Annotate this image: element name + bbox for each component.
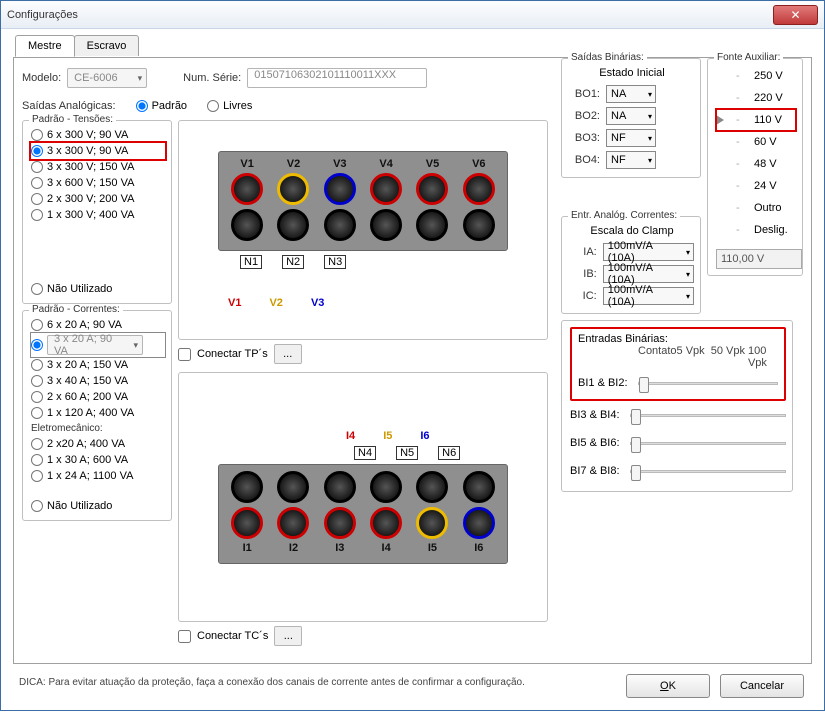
bi12-slider[interactable]: [638, 382, 778, 385]
aux-outro[interactable]: -Outro: [716, 197, 796, 219]
radio-tensoes-1[interactable]: 3 x 300 V; 90 VA: [31, 143, 165, 159]
model-label: Modelo:: [22, 72, 61, 84]
aux-48v[interactable]: -48 V: [716, 153, 796, 175]
radio-tensoes-5[interactable]: 1 x 300 V; 400 VA: [31, 207, 165, 223]
serial-label: Num. Série:: [183, 72, 241, 84]
ic-select[interactable]: 100mV/A (10A): [603, 287, 694, 305]
aux-value-field[interactable]: 110,00 V: [716, 249, 802, 269]
radio-tensoes-0[interactable]: 6 x 300 V; 90 VA: [31, 127, 165, 143]
radio-corr-2[interactable]: 3 x 20 A; 150 VA: [31, 357, 165, 373]
saidas-binarias-fieldset: Saídas Binárias: Estado Inicial BO1:NA B…: [561, 58, 701, 178]
aux-250v[interactable]: -250 V: [716, 65, 796, 87]
radio-tensoes-3[interactable]: 3 x 600 V; 150 VA: [31, 175, 165, 191]
conectar-tp-checkbox[interactable]: [178, 348, 191, 361]
current-diagram: I4I5I6 N4N5N6 I1I2I3I4I5I6: [178, 372, 548, 622]
radio-livres[interactable]: Livres: [207, 98, 252, 114]
radio-corr-4[interactable]: 2 x 60 A; 200 VA: [31, 389, 165, 405]
conectar-tc-label: Conectar TC´s: [197, 630, 268, 642]
tc-ellipsis-button[interactable]: ...: [274, 626, 302, 646]
radio-corr-5[interactable]: 1 x 120 A; 400 VA: [31, 405, 165, 421]
bo4-select[interactable]: NF: [606, 151, 656, 169]
tab-escravo[interactable]: Escravo: [74, 35, 140, 56]
ib-select[interactable]: 100mV/A (10A): [603, 265, 694, 283]
aux-110v[interactable]: -110 V: [716, 109, 796, 131]
radio-padrao[interactable]: Padrão: [136, 98, 187, 114]
voltage-diagram: V1V2V3V4V5V6 N1N2N3 V1V2V3: [178, 120, 548, 340]
aux-60v[interactable]: -60 V: [716, 131, 796, 153]
radio-tensoes-4[interactable]: 2 x 300 V; 200 VA: [31, 191, 165, 207]
tab-mestre[interactable]: Mestre: [15, 35, 75, 57]
radio-tensoes-2[interactable]: 3 x 300 V; 150 VA: [31, 159, 165, 175]
aux-24v[interactable]: -24 V: [716, 175, 796, 197]
radio-ele-2[interactable]: 1 x 24 A; 1100 VA: [31, 468, 165, 484]
fonte-auxiliar-fieldset: Fonte Auxiliar: -250 V -220 V -110 V -60…: [707, 58, 803, 276]
window-title: Configurações: [7, 9, 773, 21]
bo1-select[interactable]: NA: [606, 85, 656, 103]
hint-text: DICA: Para evitar atuação da proteção, f…: [19, 677, 525, 688]
close-button[interactable]: ✕: [773, 5, 818, 25]
radio-corr-nao[interactable]: Não Utilizado: [31, 498, 165, 514]
aux-220v[interactable]: -220 V: [716, 87, 796, 109]
ia-select[interactable]: 100mV/A (10A): [603, 243, 694, 261]
tp-ellipsis-button[interactable]: ...: [274, 344, 302, 364]
conectar-tc-checkbox[interactable]: [178, 630, 191, 643]
entradas-binarias-fieldset: Entradas Binárias: Contato5 Vpk50 Vpk100…: [561, 320, 793, 492]
bi78-slider[interactable]: [630, 470, 786, 473]
serial-field[interactable]: 01507106302101110011XXX: [247, 68, 427, 88]
tensoes-fieldset: Padrão - Tensões: 6 x 300 V; 90 VA 3 x 3…: [22, 120, 172, 304]
bi56-slider[interactable]: [630, 442, 786, 445]
radio-ele-1[interactable]: 1 x 30 A; 600 VA: [31, 452, 165, 468]
model-combo[interactable]: CE-6006: [67, 68, 147, 88]
titlebar: Configurações ✕: [1, 1, 824, 29]
radio-corr-1[interactable]: 3 x 20 A; 90 VA: [31, 333, 165, 357]
correntes-fieldset: Padrão - Correntes: 6 x 20 A; 90 VA 3 x …: [22, 310, 172, 521]
radio-corr-0[interactable]: 6 x 20 A; 90 VA: [31, 317, 165, 333]
conectar-tp-label: Conectar TP´s: [197, 348, 268, 360]
bi34-slider[interactable]: [630, 414, 786, 417]
ok-button[interactable]: OK: [626, 674, 710, 698]
aux-deslig[interactable]: -Deslig.: [716, 219, 796, 241]
bo3-select[interactable]: NF: [606, 129, 656, 147]
cancel-button[interactable]: Cancelar: [720, 674, 804, 698]
entr-analog-fieldset: Entr. Analóg. Correntes: Escala do Clamp…: [561, 216, 701, 314]
radio-corr-3[interactable]: 3 x 40 A; 150 VA: [31, 373, 165, 389]
radio-tensoes-nao[interactable]: Não Utilizado: [31, 281, 165, 297]
radio-ele-0[interactable]: 2 x20 A; 400 VA: [31, 436, 165, 452]
bo2-select[interactable]: NA: [606, 107, 656, 125]
